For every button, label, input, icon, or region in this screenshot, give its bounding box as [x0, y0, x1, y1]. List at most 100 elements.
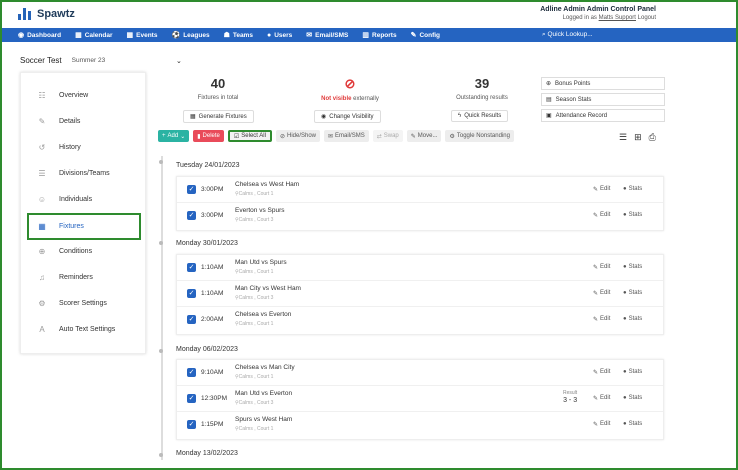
bolt-icon: ϟ [458, 113, 462, 119]
swap-button[interactable]: ⇄ Swap [372, 130, 403, 142]
nav-events[interactable]: ▦ Events [127, 31, 158, 40]
stats-button[interactable]: ● Stats [623, 316, 642, 322]
user-stats-icon: ● [623, 212, 627, 218]
logout-link[interactable]: Logout [638, 15, 656, 21]
email-sms-button[interactable]: ✉ Email/SMS [324, 130, 369, 142]
sidebar-item-reminders[interactable]: ♫ Reminders [29, 265, 141, 289]
externally-label: externally [353, 96, 379, 102]
checkbox[interactable]: ✓ [187, 394, 196, 403]
fixture-match[interactable]: Man City vs West Ham [235, 285, 301, 292]
bonus-points-link[interactable]: ⊕ Bonus Points [541, 77, 665, 90]
fixture-row[interactable]: ✓ 3:00PM Chelsea vs West Ham ⚲Calms , Co… [177, 177, 663, 203]
nav-config[interactable]: ✎ Config [411, 31, 440, 40]
season-stats-link[interactable]: ▤ Season Stats [541, 93, 665, 106]
nav-leagues[interactable]: ⚽ Leagues [171, 31, 209, 40]
fixture-row[interactable]: ✓ 1:10AM Man Utd vs Spurs ⚲Calms , Court… [177, 255, 663, 281]
edit-button[interactable]: ✎ Edit [593, 212, 610, 219]
edit-button[interactable]: ✎ Edit [593, 264, 610, 271]
sidebar-item-individuals[interactable]: ☺ Individuals [29, 187, 141, 211]
fixture-row[interactable]: ✓ 9:10AM Chelsea vs Man City ⚲Calms , Co… [177, 360, 663, 386]
list-view-icon[interactable]: ☰ [619, 132, 627, 143]
sidebar-item-history[interactable]: ↺ History [29, 135, 141, 159]
checkbox[interactable]: ✓ [187, 211, 196, 220]
app-logo[interactable]: Spawtz [18, 8, 75, 20]
fixture-row[interactable]: ✓ 3:00PM Everton vs Spurs ⚲Calms , Court… [177, 203, 663, 229]
hide-show-button[interactable]: ⊘ Hide/Show [275, 130, 321, 142]
outstanding-label: Outstanding results [456, 95, 508, 101]
attendance-record-link[interactable]: ▣ Attendance Record [541, 109, 665, 122]
chevron-down-icon[interactable]: ⌄ [176, 57, 182, 65]
fixture-match[interactable]: Spurs vs West Ham [235, 416, 292, 423]
edit-button[interactable]: ✎ Edit [593, 186, 610, 193]
fixture-row[interactable]: ✓ 1:15PM Spurs vs West Ham ⚲Calms , Cour… [177, 412, 663, 438]
calendar-icon: ▦ [38, 222, 46, 231]
eye-slash-icon: ⊘ [344, 76, 356, 91]
sidebar-item-auto-text[interactable]: A Auto Text Settings [29, 317, 141, 341]
sidebar-item-fixtures[interactable]: ▦ Fixtures [27, 213, 141, 240]
visibility-stat: ⊘ Not visible externally [310, 76, 390, 102]
nav-dashboard[interactable]: ◉ Dashboard [18, 31, 61, 40]
checkbox[interactable]: ✓ [187, 289, 196, 298]
fixture-row[interactable]: ✓ 1:10AM Man City vs West Ham ⚲Calms , C… [177, 281, 663, 307]
stats-button[interactable]: ● Stats [623, 290, 642, 296]
list-icon: ☰ [38, 168, 46, 178]
users-icon: ● [266, 31, 272, 39]
select-all-button[interactable]: ☑ Select All [227, 130, 272, 142]
move-button[interactable]: ✎ Move... [406, 130, 442, 142]
sidebar-item-divisions[interactable]: ☰ Divisions/Teams [29, 161, 141, 185]
quick-results-button[interactable]: ϟ Quick Results [451, 110, 509, 122]
stats-button[interactable]: ● Stats [623, 421, 642, 427]
nav-reports[interactable]: ▥ Reports [362, 31, 396, 40]
stats-button[interactable]: ● Stats [623, 212, 642, 218]
stats-button[interactable]: ● Stats [623, 186, 642, 192]
swap-icon: ⇄ [376, 133, 382, 140]
edit-button[interactable]: ✎ Edit [593, 369, 610, 376]
checkbox[interactable]: ✓ [187, 368, 196, 377]
fixture-match[interactable]: Man Utd vs Spurs [235, 259, 287, 266]
sidebar-item-conditions[interactable]: ⊕ Conditions [29, 239, 141, 263]
generate-fixtures-button[interactable]: ▦ Generate Fixtures [183, 110, 254, 123]
quick-lookup[interactable]: ⌕ Quick Lookup... [542, 31, 593, 39]
stats-button[interactable]: ● Stats [623, 395, 642, 401]
checkbox[interactable]: ✓ [187, 420, 196, 429]
nav-email[interactable]: ✉ Email/SMS [306, 31, 348, 40]
fixture-match[interactable]: Chelsea vs West Ham [235, 181, 299, 188]
sidebar-item-scorer-settings[interactable]: ⚙ Scorer Settings [29, 291, 141, 315]
sidebar-item-details[interactable]: ✎ Details [29, 109, 141, 133]
checkbox[interactable]: ✓ [187, 185, 196, 194]
logo-icon [18, 8, 31, 20]
people-icon: ☺ [37, 194, 47, 204]
user-stats-icon: ● [623, 186, 627, 192]
check-square-icon: ☑ [233, 133, 240, 140]
fixture-time: 3:00PM [201, 212, 224, 219]
checkbox[interactable]: ✓ [187, 315, 196, 324]
delete-button[interactable]: ▮ Delete [193, 130, 224, 142]
nav-calendar[interactable]: ▦ Calendar [75, 31, 112, 40]
edit-button[interactable]: ✎ Edit [593, 395, 610, 402]
stats-button[interactable]: ● Stats [623, 264, 642, 270]
checkbox[interactable]: ✓ [187, 263, 196, 272]
grid-view-icon[interactable]: ⊞ [634, 132, 642, 143]
user-link[interactable]: Matts Support [599, 15, 636, 21]
change-visibility-button[interactable]: ◉ Change Visibility [314, 110, 381, 123]
print-icon[interactable]: ⎙ [649, 132, 656, 143]
nav-users[interactable]: ● Users [267, 32, 292, 39]
fixture-row[interactable]: ✓ 12:30PM Man Utd vs Everton ⚲Calms , Co… [177, 386, 663, 412]
fixtures-toolbar: + Add ⌄ ▮ Delete ☑ Select All ⊘ Hide/Show ✉ Em… [158, 130, 514, 142]
edit-button[interactable]: ✎ Edit [593, 316, 610, 323]
fixture-match[interactable]: Everton vs Spurs [235, 207, 285, 214]
fixture-row[interactable]: ✓ 2:00AM Chelsea vs Everton ⚲Calms , Cou… [177, 307, 663, 333]
stats-icon: ▤ [546, 97, 552, 103]
edit-button[interactable]: ✎ Edit [593, 290, 610, 297]
nav-teams[interactable]: ☗ Teams [224, 31, 253, 40]
stats-button[interactable]: ● Stats [623, 369, 642, 375]
context-selector[interactable]: Soccer Test Summer 23 ⌄ [20, 56, 182, 65]
leagues-icon: ⚽ [171, 32, 181, 39]
add-button[interactable]: + Add ⌄ [158, 130, 190, 142]
fixture-match[interactable]: Chelsea vs Man City [235, 364, 295, 371]
toggle-nonstanding-button[interactable]: ⚙ Toggle Nonstanding [445, 130, 514, 142]
fixture-match[interactable]: Man Utd vs Everton [235, 390, 292, 397]
edit-button[interactable]: ✎ Edit [593, 421, 610, 428]
sidebar-item-overview[interactable]: ☷ Overview [29, 83, 141, 107]
fixture-match[interactable]: Chelsea vs Everton [235, 311, 291, 318]
